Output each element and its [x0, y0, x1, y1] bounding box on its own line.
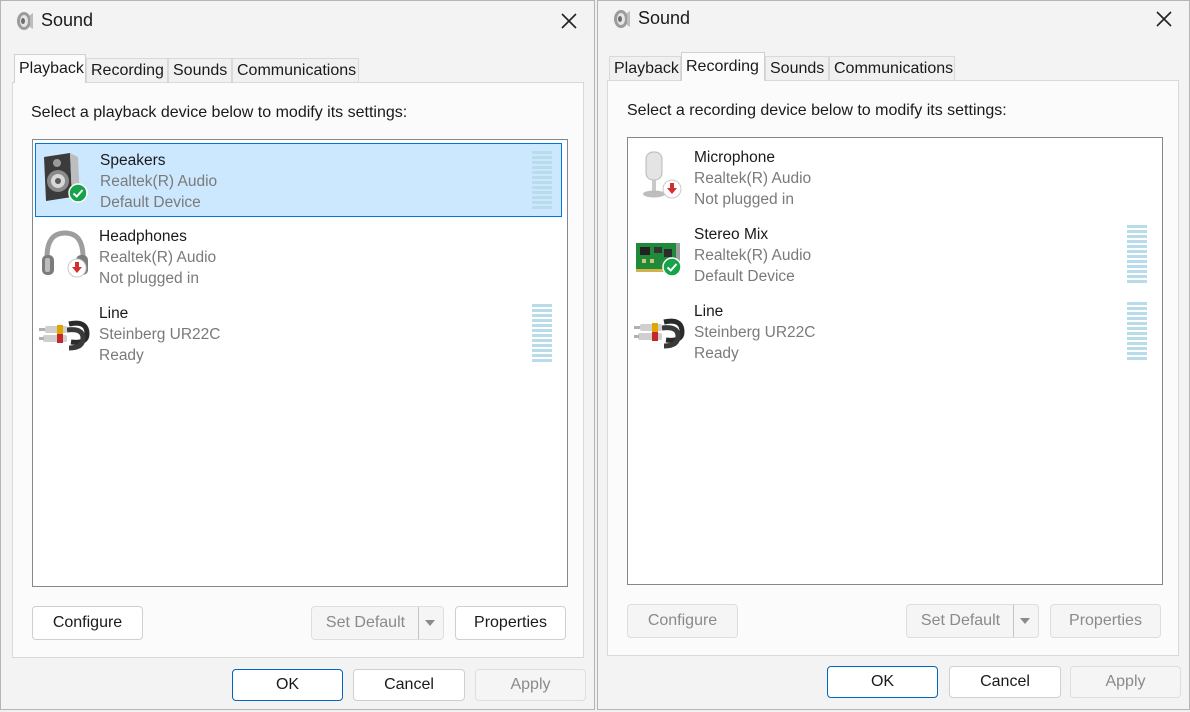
device-name: Line	[694, 303, 724, 320]
tab-recording[interactable]: Recording	[681, 52, 765, 81]
device-name: Stereo Mix	[694, 226, 769, 243]
device-name: Microphone	[694, 149, 775, 166]
set-default-label: Set Default	[920, 612, 1001, 629]
window-title: Sound	[638, 8, 691, 28]
cancel-button[interactable]: Cancel	[949, 666, 1061, 698]
device-text: Microphone Realtek(R) Audio Not plugged …	[694, 147, 811, 210]
set-default-dropdown-arrow[interactable]	[418, 607, 443, 639]
device-text: Headphones Realtek(R) Audio Not plugged …	[99, 226, 216, 289]
check-badge-icon	[68, 183, 88, 203]
window-title: Sound	[41, 10, 94, 30]
device-item-microphone[interactable]: Microphone Realtek(R) Audio Not plugged …	[630, 141, 1157, 215]
device-name: Line	[99, 305, 129, 322]
set-default-label: Set Default	[325, 614, 406, 631]
configure-button[interactable]: Configure	[627, 604, 738, 638]
check-badge-icon	[662, 257, 682, 277]
device-driver: Realtek(R) Audio	[694, 247, 812, 264]
chevron-down-icon	[1020, 618, 1030, 624]
configure-button[interactable]: Configure	[32, 606, 143, 640]
device-text: Stereo Mix Realtek(R) Audio Default Devi…	[694, 224, 811, 287]
tab-strip: Playback Recording Sounds Communications	[598, 52, 1189, 81]
device-driver: Realtek(R) Audio	[99, 249, 217, 266]
close-icon[interactable]	[558, 10, 580, 32]
close-icon[interactable]	[1153, 8, 1175, 30]
device-list[interactable]: Speakers Realtek(R) Audio Default Device	[32, 139, 568, 587]
device-text: Speakers Realtek(R) Audio Default Device	[100, 150, 217, 213]
device-status: Ready	[99, 347, 144, 364]
device-name: Speakers	[100, 152, 166, 169]
tab-sounds[interactable]: Sounds	[168, 58, 232, 82]
instruction-text: Select a playback device below to modify…	[31, 104, 408, 121]
device-driver: Steinberg UR22C	[694, 324, 816, 341]
tab-page: Select a recording device below to modif…	[607, 80, 1179, 656]
device-item-stereo-mix[interactable]: Stereo Mix Realtek(R) Audio Default Devi…	[630, 218, 1157, 292]
set-default-split-button[interactable]: Set Default	[906, 604, 1039, 638]
level-meter	[1127, 302, 1147, 360]
properties-button[interactable]: Properties	[455, 606, 566, 640]
device-list[interactable]: Microphone Realtek(R) Audio Not plugged …	[627, 137, 1163, 585]
device-status: Default Device	[694, 268, 795, 285]
device-status: Not plugged in	[99, 270, 199, 287]
level-meter	[532, 304, 552, 362]
device-item-line[interactable]: Line Steinberg UR22C Ready	[630, 295, 1157, 369]
properties-button[interactable]: Properties	[1050, 604, 1161, 638]
title-bar[interactable]: Sound	[598, 1, 1189, 43]
ok-button[interactable]: OK	[232, 669, 343, 701]
set-default-dropdown-arrow[interactable]	[1013, 605, 1038, 637]
tab-recording[interactable]: Recording	[86, 58, 168, 82]
chevron-down-icon	[425, 620, 435, 626]
instruction-text: Select a recording device below to modif…	[627, 102, 1007, 119]
tab-playback[interactable]: Playback	[609, 56, 681, 80]
device-name: Headphones	[99, 228, 187, 245]
device-item-line[interactable]: Line Steinberg UR22C Ready	[35, 297, 562, 371]
apply-button[interactable]: Apply	[475, 669, 586, 701]
tab-communications[interactable]: Communications	[232, 58, 359, 82]
sound-app-icon	[614, 10, 630, 28]
device-status: Default Device	[100, 194, 201, 211]
unplugged-badge-icon	[67, 258, 87, 278]
device-driver: Realtek(R) Audio	[100, 173, 218, 190]
title-bar[interactable]: Sound	[1, 1, 594, 43]
device-status: Not plugged in	[694, 191, 794, 208]
device-text: Line Steinberg UR22C Ready	[99, 303, 220, 366]
device-status: Ready	[694, 345, 739, 362]
device-item-speakers[interactable]: Speakers Realtek(R) Audio Default Device	[35, 143, 562, 217]
tab-communications[interactable]: Communications	[829, 56, 955, 80]
unplugged-badge-icon	[662, 179, 682, 199]
cancel-button[interactable]: Cancel	[353, 669, 465, 701]
tab-strip: Playback Recording Sounds Communications	[1, 54, 594, 83]
level-meter	[532, 151, 552, 209]
set-default-split-button[interactable]: Set Default	[311, 606, 444, 640]
sound-dialog-playback: Sound Playback Recording Sounds Communic…	[0, 0, 595, 710]
device-driver: Steinberg UR22C	[99, 326, 221, 343]
ok-button[interactable]: OK	[827, 666, 938, 698]
apply-button[interactable]: Apply	[1070, 666, 1181, 698]
sound-dialog-recording: Sound Playback Recording Sounds Communic…	[597, 0, 1190, 710]
level-meter	[1127, 225, 1147, 283]
rca-cable-icon	[634, 318, 685, 349]
tab-sounds[interactable]: Sounds	[765, 56, 829, 80]
tab-page: Select a playback device below to modify…	[12, 82, 584, 658]
device-item-headphones[interactable]: Headphones Realtek(R) Audio Not plugged …	[35, 220, 562, 294]
rca-cable-icon	[39, 320, 90, 351]
device-driver: Realtek(R) Audio	[694, 170, 812, 187]
sound-app-icon	[17, 12, 33, 30]
device-text: Line Steinberg UR22C Ready	[694, 301, 815, 364]
tab-playback[interactable]: Playback	[14, 54, 86, 83]
